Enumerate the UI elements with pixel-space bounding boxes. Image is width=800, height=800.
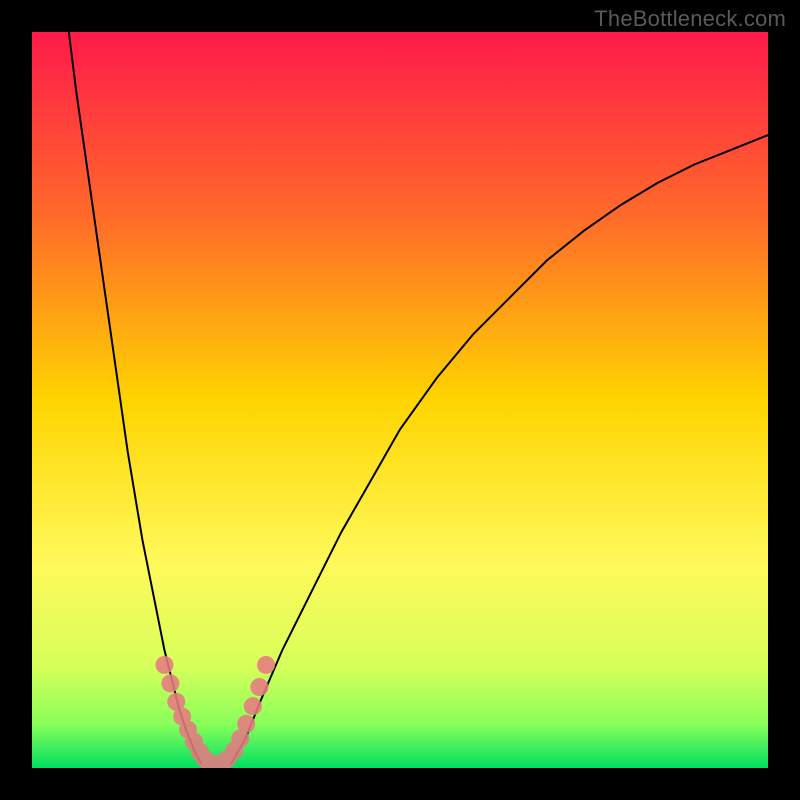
chart-container: TheBottleneck.com xyxy=(0,0,800,800)
plot-frame xyxy=(30,30,770,770)
watermark-text: TheBottleneck.com xyxy=(594,6,786,32)
